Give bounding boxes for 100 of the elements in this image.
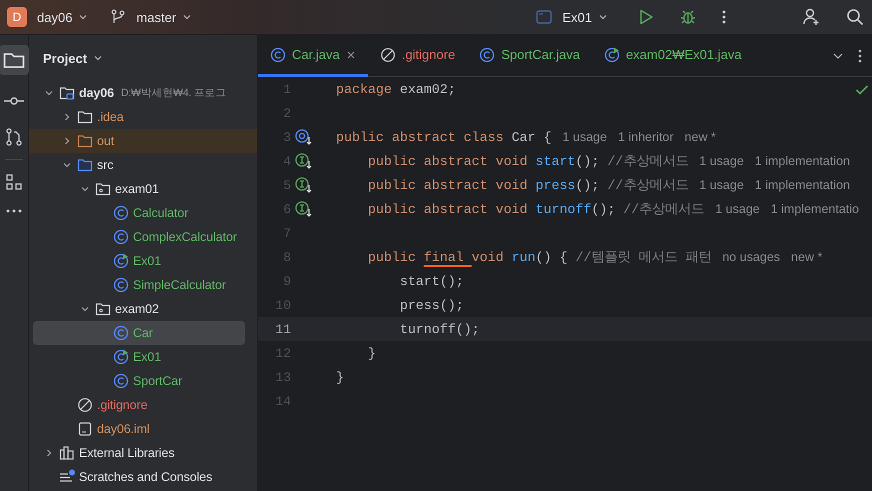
- inlay-hint: no usages: [722, 250, 780, 264]
- expand-icon[interactable]: [62, 136, 72, 146]
- class-icon: [113, 277, 129, 293]
- window-icon: [536, 10, 552, 24]
- code-text: exam02;: [400, 82, 456, 96]
- collapse-icon[interactable]: [44, 88, 54, 98]
- tree-item[interactable]: SportCar: [33, 369, 245, 393]
- editor-tab[interactable]: .gitignore: [368, 35, 468, 77]
- file-icon: [77, 421, 93, 437]
- pull-request-icon[interactable]: [4, 127, 24, 147]
- chevron-down-icon: [182, 12, 192, 22]
- folder-icon[interactable]: [0, 45, 29, 75]
- class-icon: [113, 373, 129, 389]
- code-text: }: [366, 346, 376, 360]
- tree-item[interactable]: ComplexCalculator: [33, 225, 245, 249]
- code-text: start: [536, 154, 576, 168]
- code-text: ();: [575, 154, 600, 168]
- code-text: start();: [398, 274, 464, 288]
- folder-icon: [77, 109, 93, 125]
- search-icon[interactable]: [846, 8, 864, 26]
- expand-icon[interactable]: [44, 448, 54, 458]
- inlay-hint: new *: [684, 130, 716, 144]
- chevron-down-icon: [78, 12, 88, 22]
- class-icon: [113, 253, 129, 269]
- check-icon: [855, 84, 869, 96]
- code-text: public abstract class: [336, 130, 505, 144]
- ignore-icon: [380, 46, 396, 62]
- chevron-down-icon: [93, 53, 104, 63]
- class-icon: [113, 349, 129, 365]
- class-icon: [113, 205, 129, 221]
- tree-item[interactable]: Ex01: [33, 345, 245, 369]
- folder-icon: [77, 157, 93, 173]
- tree-item[interactable]: Scratches and Consoles: [33, 465, 245, 489]
- tree-item[interactable]: SimpleCalculator: [33, 273, 245, 297]
- class-icon: [479, 46, 496, 62]
- class-icon: [113, 325, 129, 341]
- tree-item[interactable]: External Libraries: [33, 441, 245, 465]
- package-icon: [95, 181, 111, 197]
- project-selector[interactable]: day06: [33, 10, 92, 24]
- tree-item[interactable]: day06.iml: [33, 417, 245, 441]
- chevron-down-icon: [598, 12, 608, 22]
- more-icon[interactable]: [5, 208, 23, 214]
- package-icon: [95, 301, 111, 317]
- code-text: }: [336, 370, 344, 384]
- expand-icon[interactable]: [62, 112, 72, 122]
- inlay-hint: 1 usage: [699, 154, 744, 168]
- inlay-hint: 1 implementatio: [770, 202, 859, 216]
- tree-item[interactable]: Calculator: [33, 201, 245, 225]
- code-text: void: [472, 250, 505, 264]
- panel-title-dropdown[interactable]: Project: [37, 50, 110, 66]
- tree-item[interactable]: .gitignore: [33, 393, 245, 417]
- line-number: 11: [274, 322, 291, 336]
- tree-item[interactable]: exam02: [33, 297, 245, 321]
- code-text: public: [366, 250, 417, 264]
- tree-item[interactable]: day06 D:₩박세현₩4. 프로그: [33, 81, 245, 105]
- run-icon[interactable]: [638, 9, 654, 25]
- inheritance-icon[interactable]: [295, 129, 313, 145]
- editor-tab[interactable]: Car.java: [258, 35, 368, 77]
- class-icon: [604, 46, 620, 62]
- inlay-hint: 1 inheritor: [618, 130, 674, 144]
- inlay-hint: 1 usage: [715, 202, 760, 216]
- collapse-icon[interactable]: [80, 304, 90, 314]
- code-comment: //템플릿 메서드 패턴: [575, 249, 712, 266]
- code-text: final: [424, 250, 465, 264]
- implemented-icon[interactable]: [295, 201, 313, 217]
- bug-icon[interactable]: [680, 9, 696, 25]
- ignore-icon: [77, 397, 93, 413]
- code-text: Car {: [512, 130, 552, 144]
- tree-item[interactable]: Ex01: [33, 249, 245, 273]
- code-comment: //추상메서드: [623, 201, 704, 218]
- run-config-selector[interactable]: Ex01: [558, 10, 612, 24]
- inlay-hint: 1 usage: [699, 178, 744, 192]
- implemented-icon[interactable]: [295, 153, 313, 169]
- code-text: ();: [591, 202, 616, 216]
- editor-tab[interactable]: SportCar.java: [467, 35, 592, 77]
- close-icon[interactable]: [346, 50, 356, 60]
- more-icon[interactable]: [858, 48, 862, 62]
- branch-selector[interactable]: master: [132, 10, 196, 24]
- collapse-icon[interactable]: [80, 184, 90, 194]
- collapse-icon[interactable]: [62, 160, 72, 170]
- code-comment: //추상메서드: [607, 177, 688, 194]
- folder-icon: [77, 133, 93, 149]
- code-text: ();: [575, 178, 600, 192]
- tree-item[interactable]: src: [33, 153, 245, 177]
- tree-item[interactable]: exam01: [33, 177, 245, 201]
- editor-tab[interactable]: exam02₩Ex01.java: [592, 35, 754, 77]
- module-path: D:₩박세현₩4. 프로그: [120, 86, 226, 100]
- inlay-hint: 1 implementation: [754, 178, 850, 192]
- inlay-hint: 1 usage: [562, 130, 607, 144]
- tree-item[interactable]: .idea: [33, 105, 245, 129]
- more-icon[interactable]: [722, 9, 726, 25]
- structure-icon[interactable]: [4, 172, 24, 192]
- code-text: public abstract void: [366, 178, 529, 192]
- code-text: turnoff: [536, 202, 592, 216]
- code-text: run: [512, 250, 536, 264]
- add-user-icon[interactable]: [802, 8, 820, 26]
- implemented-icon[interactable]: [295, 177, 313, 193]
- module-folder-icon: [59, 85, 75, 101]
- tree-item[interactable]: Car: [33, 321, 245, 345]
- libraries-icon: [59, 445, 75, 461]
